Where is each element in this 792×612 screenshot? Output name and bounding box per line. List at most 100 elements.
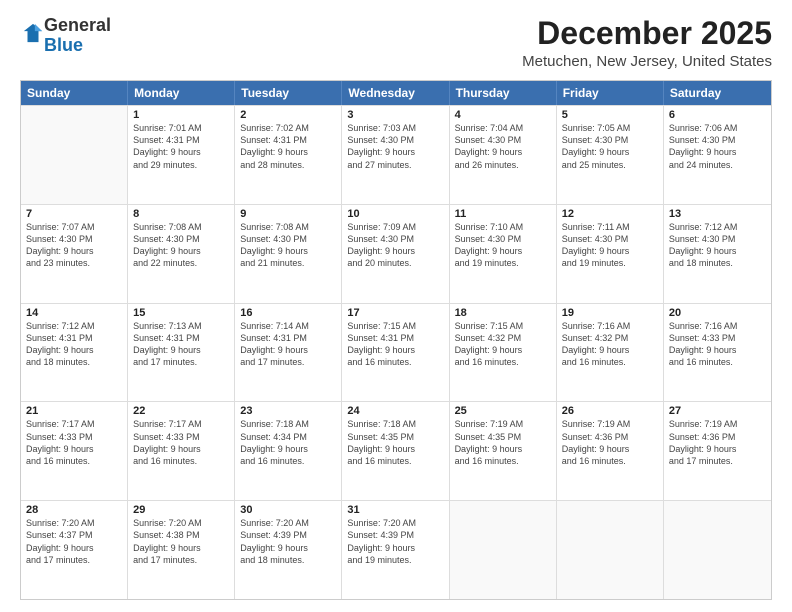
day-info: Sunrise: 7:11 AM Sunset: 4:30 PM Dayligh… [562, 221, 658, 270]
calendar-day-4: 4Sunrise: 7:04 AM Sunset: 4:30 PM Daylig… [450, 106, 557, 204]
calendar-week-1: 1Sunrise: 7:01 AM Sunset: 4:31 PM Daylig… [21, 105, 771, 204]
day-number: 5 [562, 109, 658, 121]
calendar-day-29: 29Sunrise: 7:20 AM Sunset: 4:38 PM Dayli… [128, 501, 235, 599]
calendar-day-11: 11Sunrise: 7:10 AM Sunset: 4:30 PM Dayli… [450, 205, 557, 303]
day-info: Sunrise: 7:19 AM Sunset: 4:36 PM Dayligh… [562, 418, 658, 467]
day-number: 10 [347, 208, 443, 220]
calendar-day-21: 21Sunrise: 7:17 AM Sunset: 4:33 PM Dayli… [21, 402, 128, 500]
calendar-day-28: 28Sunrise: 7:20 AM Sunset: 4:37 PM Dayli… [21, 501, 128, 599]
calendar-day-3: 3Sunrise: 7:03 AM Sunset: 4:30 PM Daylig… [342, 106, 449, 204]
logo-text: General Blue [44, 16, 111, 56]
day-info: Sunrise: 7:05 AM Sunset: 4:30 PM Dayligh… [562, 122, 658, 171]
logo: General Blue [20, 16, 111, 56]
calendar-day-15: 15Sunrise: 7:13 AM Sunset: 4:31 PM Dayli… [128, 304, 235, 402]
header-day-tuesday: Tuesday [235, 81, 342, 105]
day-number: 2 [240, 109, 336, 121]
day-info: Sunrise: 7:17 AM Sunset: 4:33 PM Dayligh… [133, 418, 229, 467]
header-day-sunday: Sunday [21, 81, 128, 105]
calendar-day-13: 13Sunrise: 7:12 AM Sunset: 4:30 PM Dayli… [664, 205, 771, 303]
calendar-day-8: 8Sunrise: 7:08 AM Sunset: 4:30 PM Daylig… [128, 205, 235, 303]
month-title: December 2025 [522, 16, 772, 51]
day-info: Sunrise: 7:16 AM Sunset: 4:32 PM Dayligh… [562, 320, 658, 369]
calendar-day-23: 23Sunrise: 7:18 AM Sunset: 4:34 PM Dayli… [235, 402, 342, 500]
calendar-day-1: 1Sunrise: 7:01 AM Sunset: 4:31 PM Daylig… [128, 106, 235, 204]
day-number: 7 [26, 208, 122, 220]
calendar-day-24: 24Sunrise: 7:18 AM Sunset: 4:35 PM Dayli… [342, 402, 449, 500]
calendar-day-7: 7Sunrise: 7:07 AM Sunset: 4:30 PM Daylig… [21, 205, 128, 303]
day-info: Sunrise: 7:09 AM Sunset: 4:30 PM Dayligh… [347, 221, 443, 270]
page: General Blue December 2025 Metuchen, New… [0, 0, 792, 612]
calendar-day-26: 26Sunrise: 7:19 AM Sunset: 4:36 PM Dayli… [557, 402, 664, 500]
logo-icon [22, 22, 44, 44]
day-info: Sunrise: 7:03 AM Sunset: 4:30 PM Dayligh… [347, 122, 443, 171]
day-number: 26 [562, 405, 658, 417]
calendar-day-18: 18Sunrise: 7:15 AM Sunset: 4:32 PM Dayli… [450, 304, 557, 402]
day-number: 16 [240, 307, 336, 319]
day-info: Sunrise: 7:10 AM Sunset: 4:30 PM Dayligh… [455, 221, 551, 270]
day-info: Sunrise: 7:06 AM Sunset: 4:30 PM Dayligh… [669, 122, 766, 171]
day-info: Sunrise: 7:19 AM Sunset: 4:35 PM Dayligh… [455, 418, 551, 467]
day-info: Sunrise: 7:20 AM Sunset: 4:39 PM Dayligh… [347, 517, 443, 566]
day-number: 19 [562, 307, 658, 319]
day-info: Sunrise: 7:16 AM Sunset: 4:33 PM Dayligh… [669, 320, 766, 369]
day-number: 6 [669, 109, 766, 121]
day-number: 20 [669, 307, 766, 319]
day-info: Sunrise: 7:07 AM Sunset: 4:30 PM Dayligh… [26, 221, 122, 270]
calendar: SundayMondayTuesdayWednesdayThursdayFrid… [20, 80, 772, 600]
day-number: 23 [240, 405, 336, 417]
day-number: 30 [240, 504, 336, 516]
day-number: 28 [26, 504, 122, 516]
day-number: 25 [455, 405, 551, 417]
calendar-day-19: 19Sunrise: 7:16 AM Sunset: 4:32 PM Dayli… [557, 304, 664, 402]
day-number: 17 [347, 307, 443, 319]
day-info: Sunrise: 7:18 AM Sunset: 4:34 PM Dayligh… [240, 418, 336, 467]
calendar-day-17: 17Sunrise: 7:15 AM Sunset: 4:31 PM Dayli… [342, 304, 449, 402]
day-info: Sunrise: 7:20 AM Sunset: 4:38 PM Dayligh… [133, 517, 229, 566]
header-day-wednesday: Wednesday [342, 81, 449, 105]
calendar-week-5: 28Sunrise: 7:20 AM Sunset: 4:37 PM Dayli… [21, 500, 771, 599]
day-info: Sunrise: 7:01 AM Sunset: 4:31 PM Dayligh… [133, 122, 229, 171]
calendar-day-14: 14Sunrise: 7:12 AM Sunset: 4:31 PM Dayli… [21, 304, 128, 402]
calendar-day-2: 2Sunrise: 7:02 AM Sunset: 4:31 PM Daylig… [235, 106, 342, 204]
calendar-day-25: 25Sunrise: 7:19 AM Sunset: 4:35 PM Dayli… [450, 402, 557, 500]
day-info: Sunrise: 7:14 AM Sunset: 4:31 PM Dayligh… [240, 320, 336, 369]
day-info: Sunrise: 7:13 AM Sunset: 4:31 PM Dayligh… [133, 320, 229, 369]
calendar-day-9: 9Sunrise: 7:08 AM Sunset: 4:30 PM Daylig… [235, 205, 342, 303]
calendar-day-5: 5Sunrise: 7:05 AM Sunset: 4:30 PM Daylig… [557, 106, 664, 204]
day-number: 27 [669, 405, 766, 417]
calendar-header: SundayMondayTuesdayWednesdayThursdayFrid… [21, 81, 771, 105]
day-number: 31 [347, 504, 443, 516]
day-info: Sunrise: 7:17 AM Sunset: 4:33 PM Dayligh… [26, 418, 122, 467]
calendar-body: 1Sunrise: 7:01 AM Sunset: 4:31 PM Daylig… [21, 105, 771, 599]
day-number: 3 [347, 109, 443, 121]
calendar-empty-cell [664, 501, 771, 599]
header-day-monday: Monday [128, 81, 235, 105]
day-info: Sunrise: 7:20 AM Sunset: 4:39 PM Dayligh… [240, 517, 336, 566]
day-info: Sunrise: 7:12 AM Sunset: 4:31 PM Dayligh… [26, 320, 122, 369]
header-day-friday: Friday [557, 81, 664, 105]
calendar-day-10: 10Sunrise: 7:09 AM Sunset: 4:30 PM Dayli… [342, 205, 449, 303]
calendar-week-2: 7Sunrise: 7:07 AM Sunset: 4:30 PM Daylig… [21, 204, 771, 303]
day-number: 14 [26, 307, 122, 319]
header: General Blue December 2025 Metuchen, New… [20, 16, 772, 70]
title-block: December 2025 Metuchen, New Jersey, Unit… [522, 16, 772, 70]
day-number: 21 [26, 405, 122, 417]
day-info: Sunrise: 7:19 AM Sunset: 4:36 PM Dayligh… [669, 418, 766, 467]
day-number: 22 [133, 405, 229, 417]
day-number: 13 [669, 208, 766, 220]
day-number: 8 [133, 208, 229, 220]
day-info: Sunrise: 7:20 AM Sunset: 4:37 PM Dayligh… [26, 517, 122, 566]
day-info: Sunrise: 7:15 AM Sunset: 4:32 PM Dayligh… [455, 320, 551, 369]
day-info: Sunrise: 7:18 AM Sunset: 4:35 PM Dayligh… [347, 418, 443, 467]
day-info: Sunrise: 7:02 AM Sunset: 4:31 PM Dayligh… [240, 122, 336, 171]
day-number: 11 [455, 208, 551, 220]
day-number: 4 [455, 109, 551, 121]
day-number: 12 [562, 208, 658, 220]
calendar-day-20: 20Sunrise: 7:16 AM Sunset: 4:33 PM Dayli… [664, 304, 771, 402]
calendar-empty-cell [21, 106, 128, 204]
calendar-day-12: 12Sunrise: 7:11 AM Sunset: 4:30 PM Dayli… [557, 205, 664, 303]
day-info: Sunrise: 7:08 AM Sunset: 4:30 PM Dayligh… [133, 221, 229, 270]
day-info: Sunrise: 7:12 AM Sunset: 4:30 PM Dayligh… [669, 221, 766, 270]
calendar-day-22: 22Sunrise: 7:17 AM Sunset: 4:33 PM Dayli… [128, 402, 235, 500]
calendar-day-6: 6Sunrise: 7:06 AM Sunset: 4:30 PM Daylig… [664, 106, 771, 204]
